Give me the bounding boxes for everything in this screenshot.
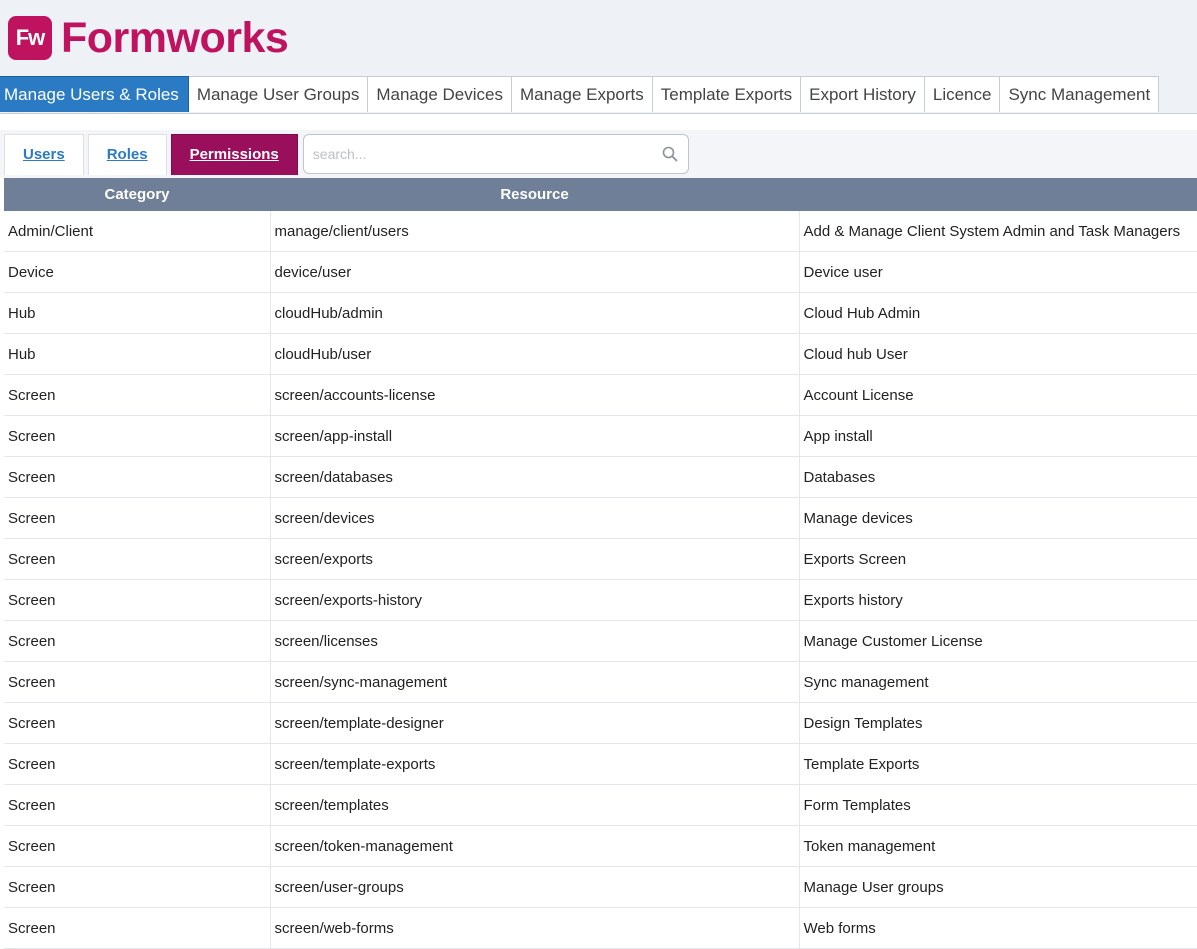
table-row[interactable]: Screen screen/templates Form Templates [4,784,1197,826]
description-cell: App install [798,415,1197,457]
subtab-users[interactable]: Users [4,133,84,175]
table-header-row: Category Resource [4,178,1197,211]
tab-manage-devices[interactable]: Manage Devices [368,76,512,112]
sub-tabs: Users Roles Permissions [4,133,302,175]
category-cell: Screen [4,374,270,416]
column-header-category[interactable]: Category [4,178,270,211]
resource-cell: screen/app-install [269,415,799,457]
description-cell: Databases [798,456,1197,498]
tab-sync-management[interactable]: Sync Management [1000,76,1160,112]
category-cell: Screen [4,866,270,908]
category-cell: Admin/Client [4,211,270,252]
category-cell: Hub [4,292,270,334]
resource-cell: screen/user-groups [269,866,799,908]
category-cell: Device [4,251,270,293]
description-cell: Manage devices [798,497,1197,539]
table-row[interactable]: Screen screen/licenses Manage Customer Lic… [4,620,1197,662]
tab-licence[interactable]: Licence [924,76,1001,112]
description-cell: Exports history [798,579,1197,621]
category-cell: Hub [4,333,270,375]
description-cell: Template Exports [798,743,1197,785]
resource-cell: screen/exports [269,538,799,580]
resource-cell: cloudHub/user [269,333,799,375]
category-cell: Screen [4,579,270,621]
description-cell: Add & Manage Client System Admin and Tas… [798,211,1197,252]
table-row[interactable]: Admin/Client manage/client/users Add & Man… [4,211,1197,252]
category-cell: Screen [4,784,270,826]
category-cell: Screen [4,907,270,949]
search-box [302,134,689,174]
resource-cell: screen/token-management [269,825,799,867]
table-row[interactable]: Device device/user Device user [4,251,1197,293]
resource-cell: device/user [269,251,799,293]
tab-manage-exports[interactable]: Manage Exports [511,76,653,112]
description-cell: Token management [798,825,1197,867]
resource-cell: screen/exports-history [269,579,799,621]
tab-manage-user-groups[interactable]: Manage User Groups [188,76,369,112]
logo-badge: Fw [8,16,52,60]
table-row[interactable]: Screen screen/accounts-license Account Lic… [4,374,1197,416]
table-row[interactable]: Screen screen/devices Manage devices [4,497,1197,539]
table-row[interactable]: Hub cloudHub/admin Cloud Hub Admin [4,292,1197,334]
description-cell: Cloud Hub Admin [798,292,1197,334]
table-row[interactable]: Screen screen/sync-management Sync managem… [4,661,1197,703]
table-row[interactable]: Screen screen/app-install App install [4,415,1197,457]
permissions-table: Category Resource Admin/Client manage/cli… [4,178,1197,949]
table-row[interactable]: Screen screen/exports-history Exports hist… [4,579,1197,621]
category-cell: Screen [4,538,270,580]
description-cell: Web forms [798,907,1197,949]
resource-cell: screen/databases [269,456,799,498]
resource-cell: screen/web-forms [269,907,799,949]
category-cell: Screen [4,702,270,744]
description-cell: Account License [798,374,1197,416]
description-cell: Manage User groups [798,866,1197,908]
tab-export-history[interactable]: Export History [801,76,925,112]
category-cell: Screen [4,661,270,703]
resource-cell: screen/devices [269,497,799,539]
resource-cell: manage/client/users [269,211,799,252]
main-nav-tabs: Manage Users & Roles Manage User Groups Ma… [0,76,1197,114]
description-cell: Sync management [798,661,1197,703]
category-cell: Screen [4,456,270,498]
category-cell: Screen [4,825,270,867]
description-cell: Exports Screen [798,538,1197,580]
resource-cell: screen/templates [269,784,799,826]
search-icon[interactable] [662,146,678,162]
resource-cell: cloudHub/admin [269,292,799,334]
subtab-permissions[interactable]: Permissions [170,133,298,175]
table-row[interactable]: Screen screen/template-designer Design Tem… [4,702,1197,744]
table-row[interactable]: Screen screen/template-exports Template Ex… [4,743,1197,785]
category-cell: Screen [4,497,270,539]
sub-toolbar: Users Roles Permissions [0,130,1197,178]
tab-template-exports[interactable]: Template Exports [652,76,802,112]
resource-cell: screen/sync-management [269,661,799,703]
app-header: Fw Formworks [0,0,1197,76]
table-row[interactable]: Screen screen/user-groups Manage User grou… [4,866,1197,908]
resource-cell: screen/accounts-license [269,374,799,416]
table-row[interactable]: Hub cloudHub/user Cloud hub User [4,333,1197,375]
table-row[interactable]: Screen screen/token-management Token manag… [4,825,1197,867]
resource-cell: screen/template-designer [269,702,799,744]
category-cell: Screen [4,620,270,662]
description-cell: Device user [798,251,1197,293]
description-cell: Manage Customer License [798,620,1197,662]
column-header-resource[interactable]: Resource [270,178,799,211]
logo-text: Formworks [61,13,289,62]
tab-manage-users-roles[interactable]: Manage Users & Roles [0,76,189,112]
description-cell: Design Templates [798,702,1197,744]
table-row[interactable]: Screen screen/databases Databases [4,456,1197,498]
table-row[interactable]: Screen screen/exports Exports Screen [4,538,1197,580]
search-input[interactable] [303,145,655,163]
category-cell: Screen [4,415,270,457]
table-row[interactable]: Screen screen/web-forms Web forms [4,907,1197,949]
category-cell: Screen [4,743,270,785]
resource-cell: screen/licenses [269,620,799,662]
column-header-description[interactable] [799,178,1197,211]
description-cell: Cloud hub User [798,333,1197,375]
resource-cell: screen/template-exports [269,743,799,785]
description-cell: Form Templates [798,784,1197,826]
subtab-roles[interactable]: Roles [87,133,167,175]
